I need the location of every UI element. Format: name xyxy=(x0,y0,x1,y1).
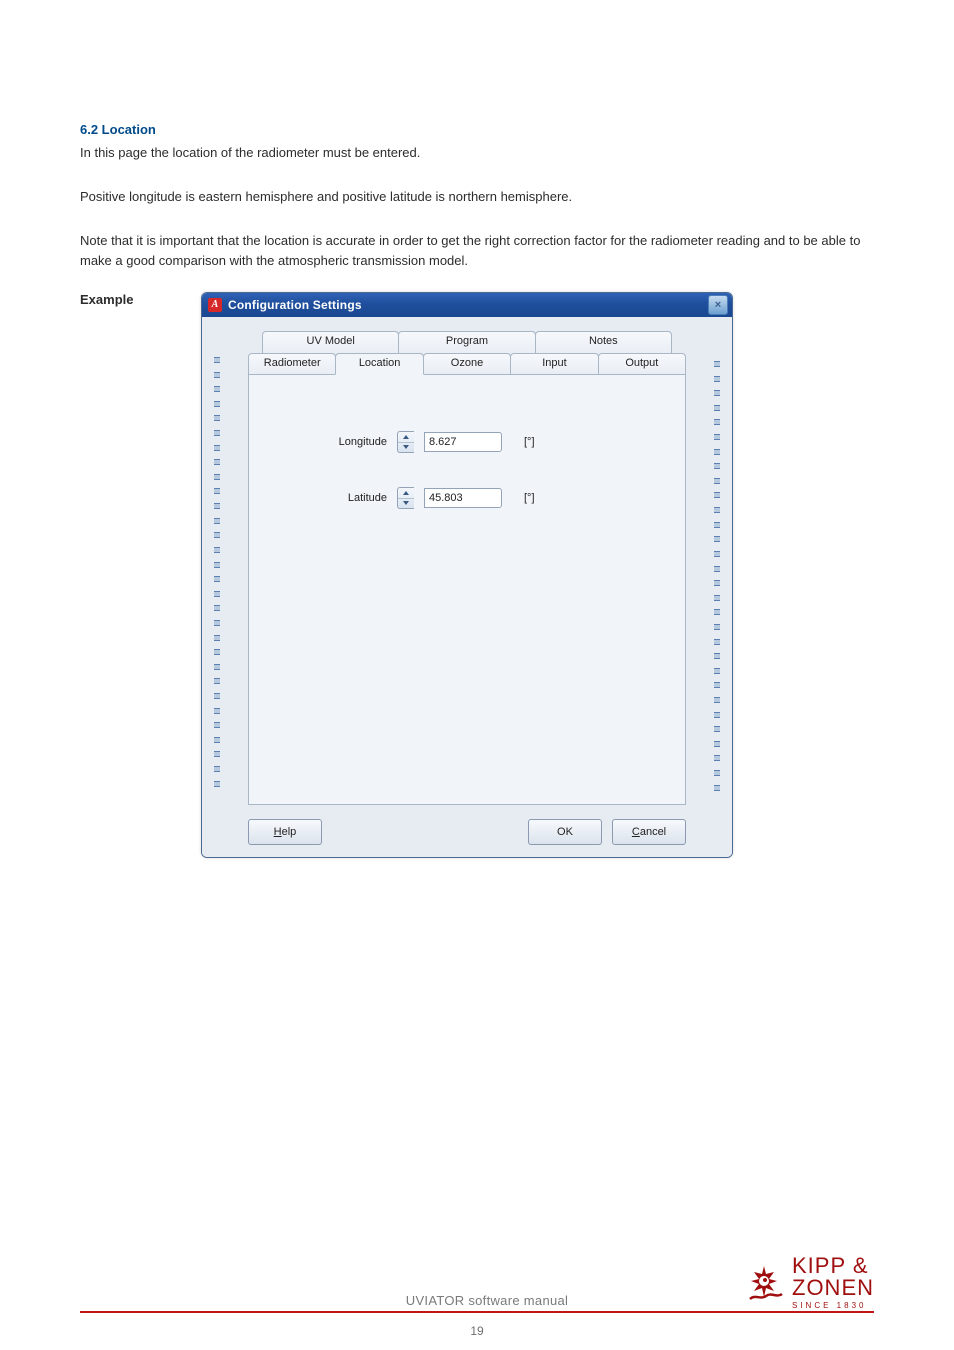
example-label: Example xyxy=(80,292,133,307)
footer-manual-title: UVIATOR software manual xyxy=(230,1293,744,1312)
latitude-spinner[interactable] xyxy=(397,487,414,509)
dialog-titlebar[interactable]: A Configuration Settings × xyxy=(202,293,732,317)
app-icon: A xyxy=(208,298,222,312)
decorative-left-ruler xyxy=(214,357,220,787)
chevron-down-icon[interactable] xyxy=(398,499,414,509)
paragraph-2: Positive longitude is eastern hemisphere… xyxy=(80,187,880,207)
logo-mark-icon xyxy=(744,1263,784,1303)
longitude-unit: [°] xyxy=(524,436,535,448)
tab-location[interactable]: Location xyxy=(335,353,423,375)
tab-uv-model[interactable]: UV Model xyxy=(262,331,399,353)
tab-program[interactable]: Program xyxy=(398,331,535,353)
tab-radiometer[interactable]: Radiometer xyxy=(248,353,336,375)
longitude-label: Longitude xyxy=(309,436,387,448)
location-tab-pane: Longitude [°] Latitude xyxy=(248,375,686,805)
longitude-input[interactable] xyxy=(424,432,502,452)
footer-rule xyxy=(80,1311,874,1313)
page-number: 19 xyxy=(0,1324,954,1338)
tab-output[interactable]: Output xyxy=(598,353,686,375)
latitude-unit: [°] xyxy=(524,492,535,504)
logo-text-line2: ZONEN xyxy=(792,1277,874,1299)
latitude-label: Latitude xyxy=(309,492,387,504)
close-icon[interactable]: × xyxy=(708,295,728,315)
ok-button[interactable]: OK xyxy=(528,819,602,845)
dialog-title: Configuration Settings xyxy=(228,298,362,312)
tab-input[interactable]: Input xyxy=(510,353,598,375)
latitude-input[interactable] xyxy=(424,488,502,508)
paragraph-1: In this page the location of the radiome… xyxy=(80,143,880,163)
configuration-settings-dialog: A Configuration Settings × xyxy=(201,292,733,858)
cancel-button[interactable]: Cancel xyxy=(612,819,686,845)
tab-notes[interactable]: Notes xyxy=(535,331,672,353)
chevron-down-icon[interactable] xyxy=(398,443,414,453)
chevron-up-icon[interactable] xyxy=(398,432,414,443)
kipp-zonen-logo: KIPP & ZONEN SINCE 1830 xyxy=(744,1255,874,1312)
chevron-up-icon[interactable] xyxy=(398,488,414,499)
decorative-right-ruler xyxy=(714,361,720,791)
logo-since: SINCE 1830 xyxy=(792,1302,874,1310)
tab-ozone[interactable]: Ozone xyxy=(423,353,511,375)
logo-text-line1: KIPP & xyxy=(792,1255,874,1277)
help-button[interactable]: Help xyxy=(248,819,322,845)
paragraph-3: Note that it is important that the locat… xyxy=(80,231,880,271)
longitude-spinner[interactable] xyxy=(397,431,414,453)
section-heading: 6.2 Location xyxy=(80,122,880,137)
